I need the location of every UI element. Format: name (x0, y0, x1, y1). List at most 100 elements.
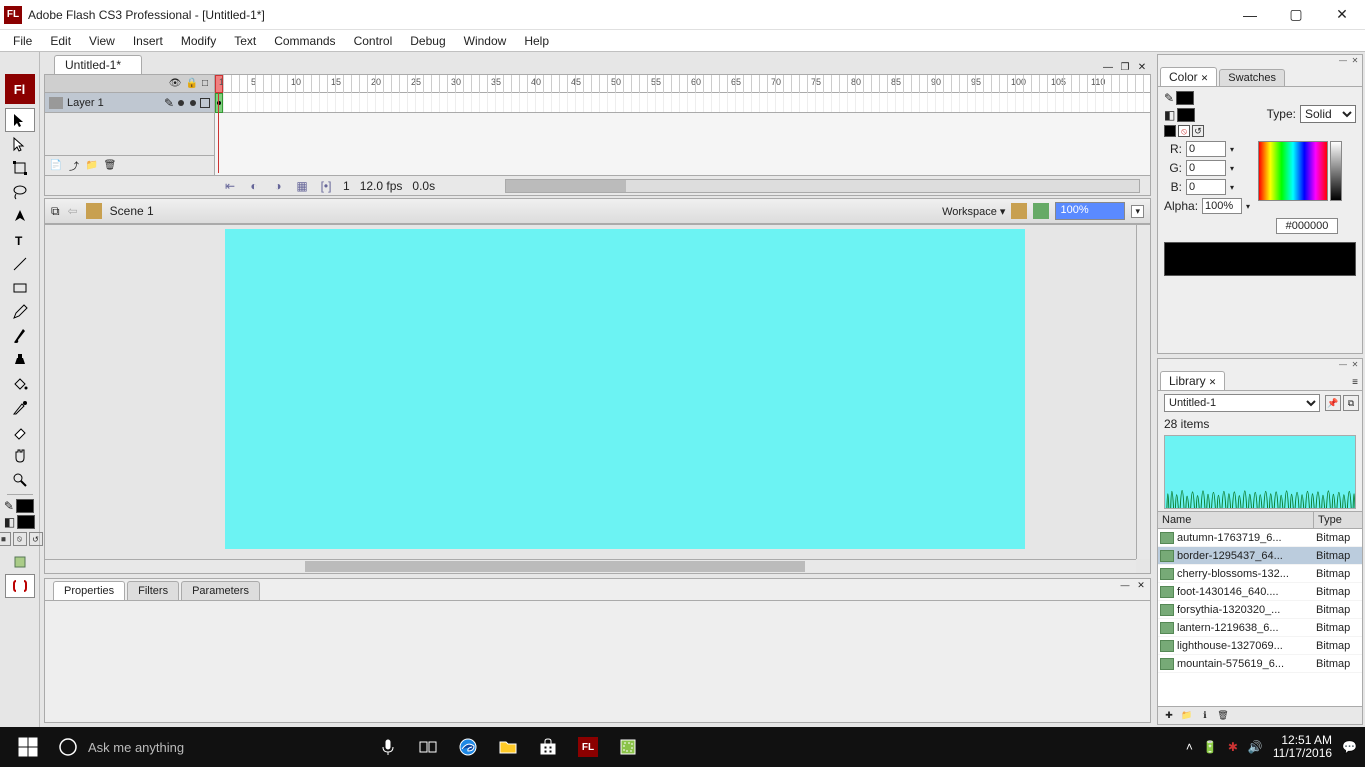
layer-lock-dot[interactable] (190, 100, 196, 106)
library-item-list[interactable]: autumn-1763719_6...Bitmapborder-1295437_… (1158, 529, 1362, 706)
new-layer-button[interactable]: 📄 (49, 159, 63, 173)
rectangle-tool[interactable] (5, 276, 35, 300)
edge-icon[interactable] (448, 727, 488, 767)
snap-to-objects-button[interactable] (5, 574, 35, 598)
menu-window[interactable]: Window (455, 32, 516, 50)
edit-symbols-icon[interactable] (1033, 203, 1049, 219)
panel-menu-icon[interactable]: ≡ (1348, 375, 1362, 390)
tab-color[interactable]: Color ✕ (1160, 67, 1217, 86)
menu-help[interactable]: Help (515, 32, 558, 50)
new-symbol-button[interactable]: ✚ (1162, 709, 1176, 723)
back-arrow-icon[interactable]: ⇦ (68, 204, 78, 218)
keyframe-icon[interactable] (215, 93, 223, 113)
document-tab[interactable]: Untitled-1* (54, 55, 142, 74)
menu-edit[interactable]: Edit (41, 32, 80, 50)
onion-skin-button[interactable]: ◐ (247, 179, 261, 193)
library-col-name[interactable]: Name (1158, 512, 1314, 528)
zoom-dropdown-icon[interactable]: ▾ (1131, 205, 1144, 218)
stage-vscrollbar[interactable] (1136, 225, 1150, 559)
hand-tool[interactable] (5, 444, 35, 468)
stroke-color-swatch[interactable] (16, 499, 34, 513)
timeline-toggle-icon[interactable]: ⧉ (51, 204, 60, 219)
store-icon[interactable] (528, 727, 568, 767)
frames-pane[interactable]: 1510152025303540455055606570758085909510… (215, 75, 1150, 175)
action-center-icon[interactable]: 💬 (1342, 740, 1357, 754)
file-explorer-icon[interactable] (488, 727, 528, 767)
b-spinner-icon[interactable]: ▾ (1230, 183, 1234, 192)
layer-outline-box[interactable] (200, 98, 210, 108)
visibility-header-icon[interactable]: 👁 (169, 78, 182, 89)
timeline-ruler[interactable]: 1510152025303540455055606570758085909510… (215, 75, 1150, 93)
tab-properties[interactable]: Properties (53, 581, 125, 600)
library-panel-minimize-button[interactable]: — (1338, 359, 1348, 369)
library-item[interactable]: mountain-575619_6...Bitmap (1158, 655, 1362, 673)
edit-multiple-frames-button[interactable]: ▦ (295, 179, 309, 193)
properties-minimize-button[interactable]: — (1118, 579, 1132, 591)
line-tool[interactable] (5, 252, 35, 276)
r-spinner-icon[interactable]: ▾ (1230, 145, 1234, 154)
lasso-tool[interactable] (5, 180, 35, 204)
library-item[interactable]: cherry-blossoms-132...Bitmap (1158, 565, 1362, 583)
subselection-tool[interactable] (5, 132, 35, 156)
zoom-field[interactable]: 100% (1055, 202, 1125, 220)
new-folder-library-button[interactable]: 📁 (1180, 709, 1194, 723)
properties-library-button[interactable]: ℹ (1198, 709, 1212, 723)
battery-icon[interactable]: 🔋 (1203, 740, 1218, 754)
tray-expand-icon[interactable]: ˄ (1186, 740, 1193, 754)
scene-name[interactable]: Scene 1 (110, 204, 154, 218)
fill-color-swatch[interactable] (17, 515, 35, 529)
no-color-button[interactable]: ⦸ (13, 532, 27, 546)
taskbar-search-input[interactable]: Ask me anything (88, 740, 368, 755)
timeline-scrollbar[interactable] (505, 179, 1140, 193)
bw-default-button[interactable] (1164, 125, 1176, 137)
task-view-icon[interactable] (408, 727, 448, 767)
layer-visibility-dot[interactable] (178, 100, 184, 106)
center-frame-button[interactable]: ⇤ (223, 179, 237, 193)
options-area-icon[interactable] (5, 550, 35, 574)
delete-library-button[interactable]: 🗑 (1216, 709, 1230, 723)
taskbar-clock[interactable]: 12:51 AM 11/17/2016 (1273, 734, 1332, 760)
maximize-button[interactable]: ▢ (1273, 0, 1319, 30)
pencil-tool[interactable] (5, 300, 35, 324)
ink-bottle-tool[interactable] (5, 348, 35, 372)
menu-control[interactable]: Control (345, 32, 402, 50)
alpha-input[interactable] (1202, 198, 1242, 214)
library-item[interactable]: border-1295437_64...Bitmap (1158, 547, 1362, 565)
tab-swatches[interactable]: Swatches (1219, 69, 1285, 86)
workspace-menu[interactable]: Workspace ▾ (942, 205, 1005, 218)
free-transform-tool[interactable] (5, 156, 35, 180)
menu-debug[interactable]: Debug (401, 32, 454, 50)
library-panel-close-button[interactable]: ✕ (1350, 359, 1360, 369)
network-icon[interactable]: ✱ (1228, 740, 1238, 754)
fill-type-select[interactable]: Solid (1300, 105, 1356, 123)
library-document-select[interactable]: Untitled-1 (1164, 394, 1320, 412)
g-spinner-icon[interactable]: ▾ (1230, 164, 1234, 173)
new-motion-guide-button[interactable]: ⤴ (67, 159, 81, 173)
pen-tool[interactable] (5, 204, 35, 228)
doc-restore-button[interactable]: ❐ (1118, 60, 1132, 74)
pin-library-button[interactable]: 📌 (1325, 395, 1341, 411)
frame-strip[interactable] (215, 93, 1150, 113)
color-picker[interactable] (1258, 141, 1328, 201)
menu-commands[interactable]: Commands (265, 32, 344, 50)
tab-parameters[interactable]: Parameters (181, 581, 260, 600)
edit-scene-icon[interactable] (1011, 203, 1027, 219)
library-item[interactable]: foot-1430146_640....Bitmap (1158, 583, 1362, 601)
tab-library[interactable]: Library ✕ (1160, 371, 1225, 390)
onion-skin-outlines-button[interactable]: ◑ (271, 179, 285, 193)
outline-header-icon[interactable]: □ (202, 78, 208, 89)
doc-minimize-button[interactable]: — (1101, 60, 1115, 74)
stage-canvas[interactable] (225, 229, 1025, 549)
new-library-panel-button[interactable]: ⧉ (1343, 395, 1359, 411)
cortana-icon[interactable] (48, 727, 88, 767)
library-item[interactable]: lighthouse-1327069...Bitmap (1158, 637, 1362, 655)
color-fill-swatch[interactable] (1177, 108, 1195, 122)
stage-area[interactable] (44, 224, 1151, 574)
text-tool[interactable]: T (5, 228, 35, 252)
brush-tool[interactable] (5, 324, 35, 348)
color-panel-minimize-button[interactable]: — (1338, 55, 1348, 65)
close-button[interactable]: ✕ (1319, 0, 1365, 30)
library-col-type[interactable]: Type (1314, 512, 1362, 528)
menu-view[interactable]: View (80, 32, 124, 50)
library-item[interactable]: forsythia-1320320_...Bitmap (1158, 601, 1362, 619)
